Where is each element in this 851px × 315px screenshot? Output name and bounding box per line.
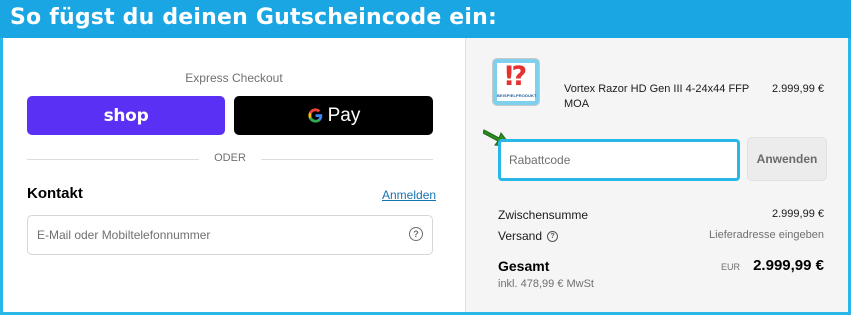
discount-code-input[interactable] xyxy=(501,142,737,178)
contact-heading: Kontakt xyxy=(27,185,83,202)
or-separator: ODER xyxy=(27,152,433,166)
login-link[interactable]: Anmelden xyxy=(382,188,436,202)
tax-note: inkl. 478,99 € MwSt xyxy=(498,278,594,290)
discount-code-field[interactable] xyxy=(498,139,740,181)
google-pay-button[interactable]: Pay xyxy=(234,96,433,135)
product-thumbnail: ⁉ BEISPIELPRODUKT xyxy=(492,58,540,106)
apply-discount-button[interactable]: Anwenden xyxy=(747,137,827,181)
total-label: Gesamt xyxy=(498,258,550,274)
checkout-screenshot: Express Checkout shop Pay ODER Kontakt A… xyxy=(3,38,848,312)
separator-line-right xyxy=(261,159,433,160)
thumbnail-caption: BEISPIELPRODUKT xyxy=(497,93,537,98)
separator-text: ODER xyxy=(214,152,246,164)
shipping-row-label: Versand ? xyxy=(498,229,559,243)
shipping-value: Lieferadresse eingeben xyxy=(709,229,824,241)
subtotal-label: Zwischensumme xyxy=(498,208,589,222)
product-price: 2.999,99 € xyxy=(772,83,824,95)
total-currency: EUR xyxy=(720,262,740,272)
shop-pay-button[interactable]: shop xyxy=(27,96,225,135)
shop-button-label: shop xyxy=(103,105,149,126)
order-summary-panel: ⁉ BEISPIELPRODUKT Vortex Razor HD Gen II… xyxy=(465,38,848,312)
exclamation-question-icon: ⁉ xyxy=(504,61,528,92)
express-checkout-label: Express Checkout xyxy=(185,71,283,85)
email-field[interactable]: ? xyxy=(27,215,433,255)
banner-title: So fügst du deinen Gutscheincode ein: xyxy=(10,5,498,30)
email-input[interactable] xyxy=(28,216,398,254)
checkout-left-panel: Express Checkout shop Pay ODER Kontakt A… xyxy=(3,38,465,312)
product-name: Vortex Razor HD Gen III 4-24x44 FFP MOA xyxy=(564,83,750,110)
total-value: 2.999,99 € xyxy=(753,257,824,274)
subtotal-value: 2.999,99 € xyxy=(772,208,824,220)
google-g-icon xyxy=(308,108,322,123)
help-icon[interactable]: ? xyxy=(409,227,423,241)
shipping-label: Versand xyxy=(498,229,543,243)
shipping-help-icon[interactable]: ? xyxy=(547,230,559,242)
google-pay-label: Pay xyxy=(327,104,361,126)
instruction-banner: So fügst du deinen Gutscheincode ein: xyxy=(0,0,851,38)
